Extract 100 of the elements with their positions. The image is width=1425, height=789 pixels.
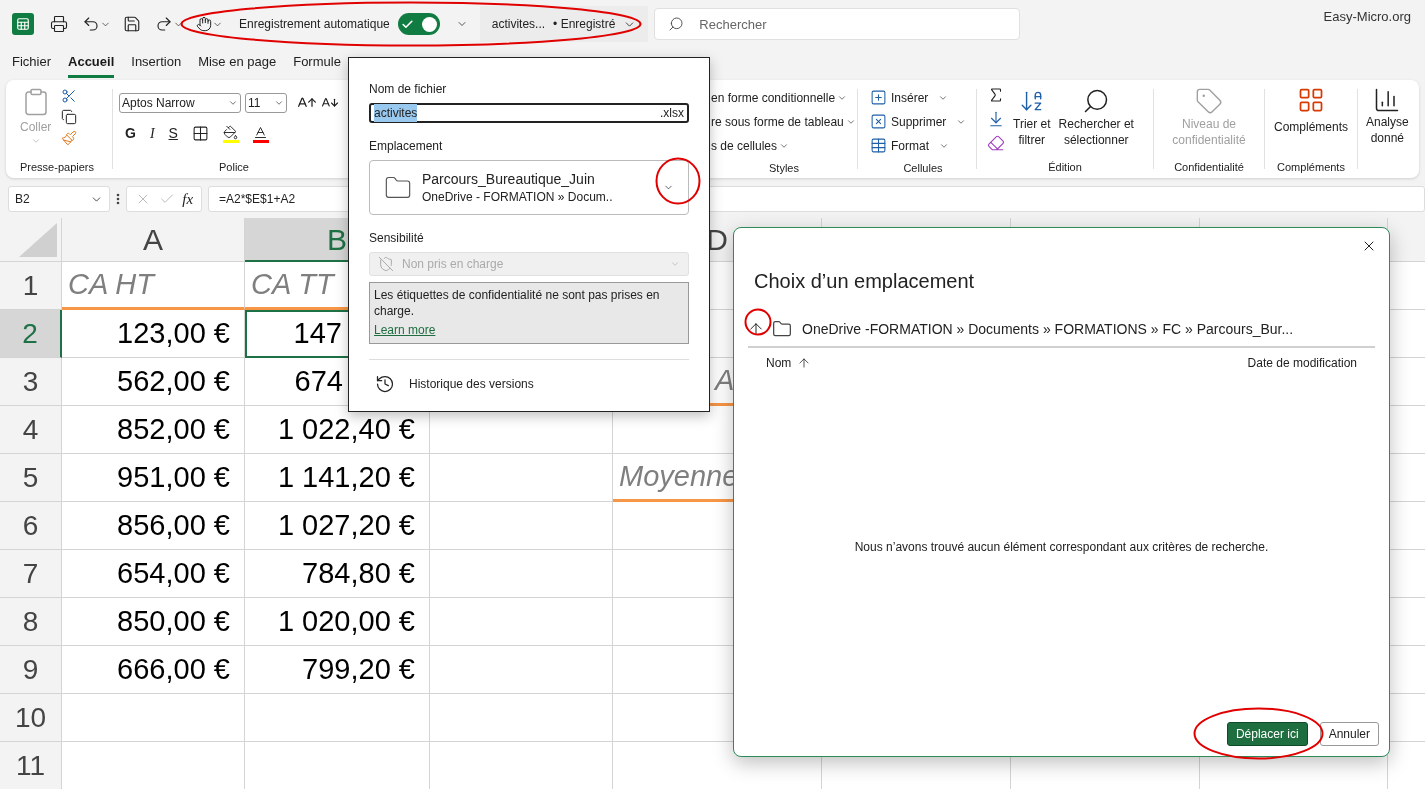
- autosave-label: Enregistrement automatique: [239, 16, 390, 33]
- undo-icon: [82, 15, 100, 33]
- insert-cells-icon: [870, 89, 887, 107]
- cancel-button[interactable]: Annuler: [1319, 722, 1379, 746]
- table-cell: 850,00 €: [62, 598, 245, 646]
- borders-icon: [191, 125, 209, 142]
- more-icon: [116, 192, 120, 206]
- save-icon: [123, 15, 141, 33]
- search-icon: [668, 16, 685, 32]
- row-header[interactable]: 9: [0, 646, 62, 694]
- copy-icon: [61, 109, 78, 125]
- table-cell: 1 020,00 €: [245, 598, 430, 646]
- table-cell: 784,80 €: [245, 550, 430, 598]
- styles-menu-item[interactable]: en forme conditionnelle: [711, 86, 857, 110]
- filename-button[interactable]: activites... • Enregistré: [479, 6, 649, 42]
- chevron-down-icon: [274, 98, 284, 108]
- font-color-icon: [252, 124, 269, 143]
- highlight-ellipse: [744, 308, 772, 336]
- row-header[interactable]: 8: [0, 598, 62, 646]
- column-header[interactable]: A: [62, 218, 245, 262]
- delete-cells-icon: [870, 113, 887, 131]
- folder-icon: [772, 319, 792, 339]
- table-cell: 852,00 €: [62, 406, 245, 454]
- redo-icon: [155, 15, 173, 33]
- group-label: Police: [219, 159, 249, 175]
- autosave-toggle[interactable]: [397, 13, 440, 35]
- menu-tab[interactable]: Mise en page: [198, 48, 277, 78]
- bold-button[interactable]: G: [125, 123, 136, 144]
- field-label: Sensibilité: [369, 231, 424, 245]
- sort-filter-button[interactable]: Trier et filtrer: [1013, 86, 1051, 156]
- name-box[interactable]: B2: [8, 186, 110, 212]
- group-label: Édition: [1048, 159, 1082, 175]
- chevron-down-icon: [228, 98, 238, 108]
- row-header[interactable]: 6: [0, 502, 62, 550]
- history-icon: [375, 374, 395, 394]
- dialog-title: Choix d’un emplacement: [754, 269, 976, 294]
- row-header[interactable]: 5: [0, 454, 62, 502]
- find-select-button[interactable]: Rechercher et sélectionner: [1058, 86, 1134, 156]
- print-preview-button[interactable]: [48, 13, 70, 35]
- fill-icon: [987, 110, 1005, 128]
- font-name-field[interactable]: Aptos Narrow: [119, 93, 241, 113]
- table-cell: 1 141,20 €: [245, 454, 430, 502]
- menu-tab[interactable]: Insertion: [131, 48, 182, 78]
- grid-icon: [1297, 86, 1325, 114]
- table-cell: 1 027,20 €: [245, 502, 430, 550]
- add-ins-button[interactable]: Compléments: [1274, 86, 1348, 156]
- chevron-down-icon: [30, 136, 41, 146]
- shield-icon: [378, 256, 394, 272]
- italic-button[interactable]: I: [149, 123, 155, 144]
- row-header[interactable]: 3: [0, 358, 62, 406]
- spreadsheet-icon: [12, 13, 34, 35]
- menu-tab[interactable]: Formule: [293, 48, 341, 78]
- group-label: Presse-papiers: [20, 159, 94, 175]
- styles-menu-item[interactable]: s de cellules: [711, 133, 857, 158]
- breadcrumb-path: OneDrive -FORMATION » Documents » FORMATIONS » FC » Parcours_Bur...: [802, 319, 1294, 339]
- cells-menu-item[interactable]: Supprimer: [870, 109, 976, 134]
- styles-menu-item[interactable]: re sous forme de tableau: [711, 109, 857, 134]
- group-label: Confidentialité: [1174, 159, 1244, 175]
- cells-menu-item[interactable]: Insérer: [870, 86, 976, 110]
- eraser-icon: [987, 134, 1005, 152]
- row-header[interactable]: 7: [0, 550, 62, 598]
- field-label: Nom de fichier: [369, 82, 447, 96]
- insert-function-button[interactable]: fx: [182, 187, 194, 211]
- analyze-data-button[interactable]: Analyse donné: [1366, 86, 1409, 146]
- row-header[interactable]: 2: [0, 310, 62, 358]
- table-icon: [870, 137, 887, 155]
- group-label: Styles: [769, 160, 799, 176]
- format-painter-icon: [61, 130, 78, 146]
- table-cell: 562,00 €: [62, 358, 245, 406]
- fill-color-icon: [222, 124, 239, 143]
- search-field[interactable]: Rechercher: [654, 8, 1021, 40]
- row-header[interactable]: 11: [0, 742, 62, 789]
- field-label: Emplacement: [369, 139, 443, 153]
- row-header[interactable]: 10: [0, 694, 62, 742]
- column-sort-header[interactable]: Date de modification: [1247, 354, 1357, 372]
- tag-icon: [1195, 86, 1223, 116]
- row-header[interactable]: 1: [0, 262, 62, 310]
- underline-button[interactable]: S: [168, 123, 178, 144]
- chevron-down-icon: [670, 259, 680, 269]
- font-size-field[interactable]: 11: [245, 93, 287, 113]
- check-icon: [400, 17, 414, 31]
- group-label: Cellules: [903, 160, 943, 176]
- group-label: Compléments: [1277, 159, 1345, 175]
- table-cell: 123,00 €: [62, 310, 245, 358]
- table-cell: CA HT: [62, 262, 245, 310]
- cells-menu-item[interactable]: Format: [870, 133, 976, 158]
- row-header[interactable]: 4: [0, 406, 62, 454]
- printer-icon: [50, 15, 68, 33]
- table-cell: 951,00 €: [62, 454, 245, 502]
- cut-icon: [61, 88, 78, 104]
- location-picker[interactable]: Parcours_Bureautique_Juin OneDrive - FORMATION » Docum..: [369, 160, 689, 215]
- sort-ascending-icon: [797, 355, 812, 371]
- website-label: Easy-Micro.org: [1323, 8, 1411, 27]
- move-here-button[interactable]: Déplacer ici: [1226, 722, 1308, 746]
- filename-field[interactable]: activites .xlsx: [369, 103, 689, 123]
- table-cell: 856,00 €: [62, 502, 245, 550]
- empty-message: Nous n’avons trouvé aucun élément correspondant aux critères de recherche.: [854, 539, 1269, 556]
- table-cell: 654,00 €: [62, 550, 245, 598]
- menu-tab[interactable]: Fichier: [12, 48, 51, 78]
- table-cell: 799,20 €: [245, 646, 430, 694]
